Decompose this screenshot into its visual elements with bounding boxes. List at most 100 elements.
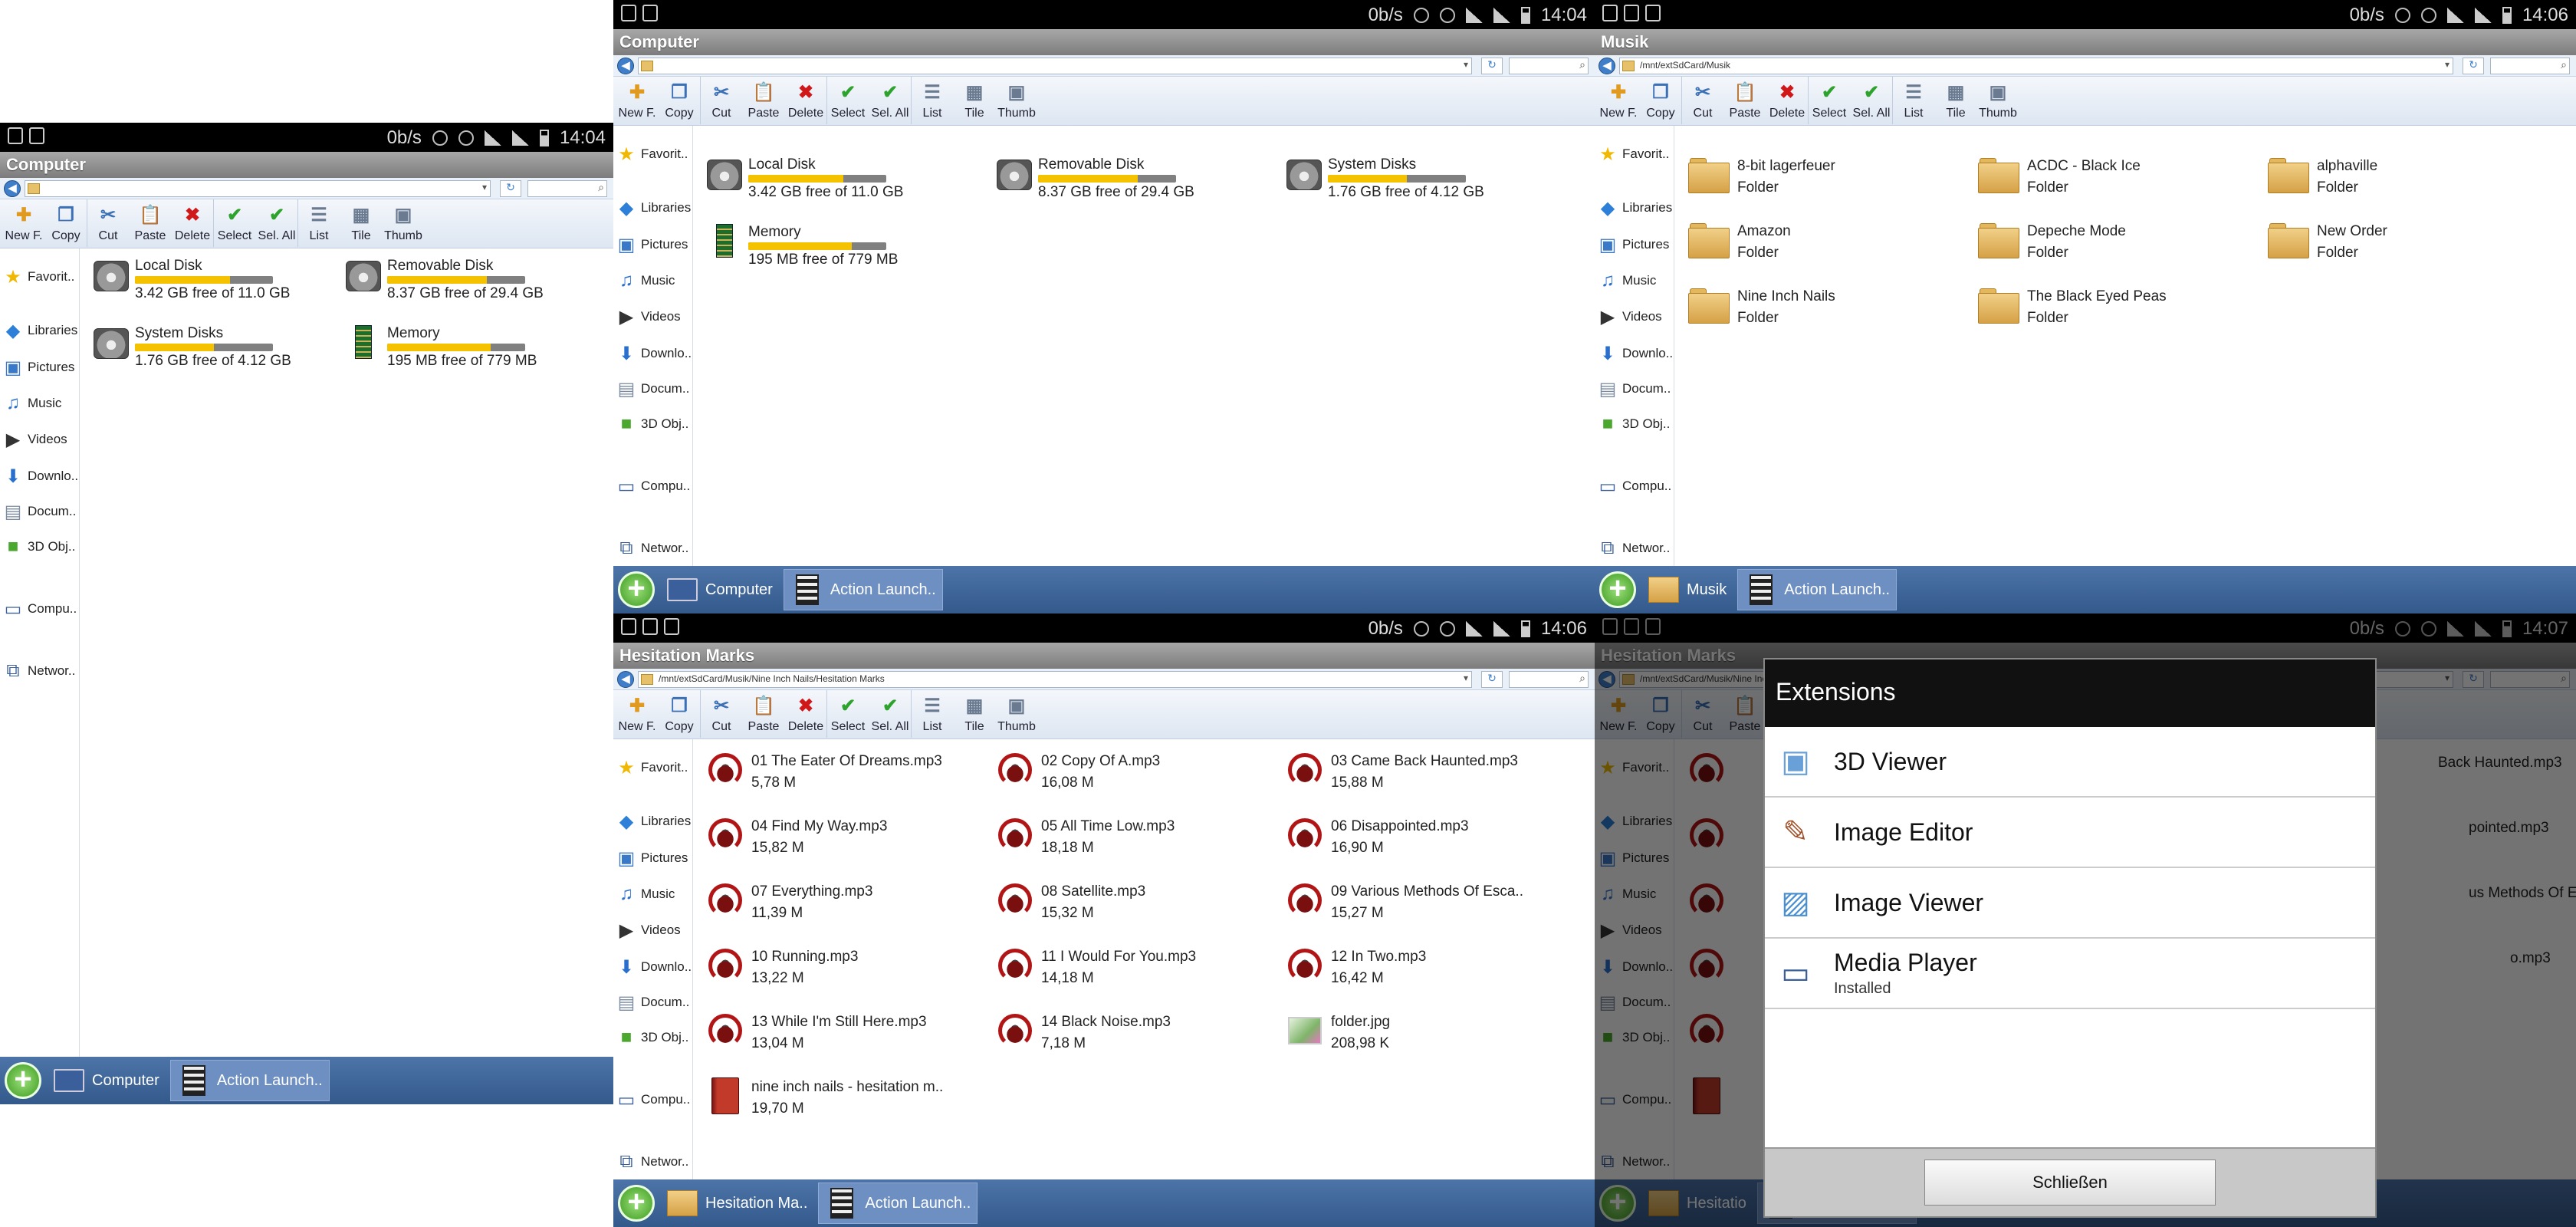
sidebar-item-favorites[interactable]: ★ Favorit.. (1596, 143, 1669, 166)
cut-button[interactable]: ✂ Cut (701, 690, 743, 738)
sidebar-item-documents[interactable]: ▤ Docum.. (615, 377, 690, 400)
search-icon[interactable]: ⌕ (598, 181, 604, 194)
folder-item[interactable]: New Order Folder (2268, 222, 2387, 262)
search-input[interactable]: ⌕ (2490, 58, 2570, 74)
drive-item[interactable]: Memory 195 MB free of 779 MB (707, 224, 898, 268)
sidebar-item-network[interactable]: ⧉ Networ.. (615, 1150, 688, 1173)
back-arrow-icon[interactable]: ◀ (617, 671, 634, 688)
chevron-down-icon[interactable]: ▾ (482, 182, 487, 192)
tile-view-button[interactable]: ▦ Tile (340, 199, 383, 247)
file-item[interactable]: 14 Black Noise.mp3 7,18 M (997, 1012, 1171, 1052)
folder-item[interactable]: Nine Inch Nails Folder (1688, 287, 1835, 327)
file-item[interactable]: 06 Disappointed.mp3 16,90 M (1286, 817, 1469, 857)
select-button[interactable]: ✔ Select (827, 77, 869, 124)
file-item[interactable]: 04 Find My Way.mp3 15,82 M (707, 817, 887, 857)
file-item[interactable]: 05 All Time Low.mp3 18,18 M (997, 817, 1175, 857)
add-window-button[interactable]: + (618, 1185, 655, 1222)
sidebar-item-favorites[interactable]: ★ Favorit.. (615, 143, 688, 166)
file-item[interactable]: 09 Various Methods Of Esca.. 15,27 M (1286, 882, 1523, 922)
file-item[interactable]: 12 In Two.mp3 16,42 M (1286, 947, 1426, 987)
sidebar-item-downloads[interactable]: ⬇ Downlo.. (1596, 342, 1673, 365)
refresh-icon[interactable]: ↻ (1481, 58, 1503, 74)
copy-button[interactable]: ❐ Copy (659, 690, 701, 738)
folder-item[interactable]: Amazon Folder (1688, 222, 1791, 262)
task-current-window[interactable]: Musik (1641, 569, 1733, 610)
thumb-view-button[interactable]: ▣ Thumb (1977, 77, 2019, 124)
new-folder-button[interactable]: ✚ New F. (616, 77, 659, 124)
tile-view-button[interactable]: ▦ Tile (954, 77, 996, 124)
new-folder-button[interactable]: ✚ New F. (3, 199, 45, 247)
extension-item[interactable]: ▨ Image Viewer (1765, 868, 2375, 939)
add-window-button[interactable]: + (5, 1062, 41, 1099)
select-all-button[interactable]: ✔ Sel. All (1851, 77, 1893, 124)
task-current-window[interactable]: Hesitation Ma.. (659, 1183, 813, 1224)
tile-view-button[interactable]: ▦ Tile (954, 690, 996, 738)
search-icon[interactable]: ⌕ (1579, 58, 1585, 71)
sidebar-item-downloads[interactable]: ⬇ Downlo.. (2, 465, 78, 488)
file-item[interactable]: 10 Running.mp3 13,22 M (707, 947, 858, 987)
sidebar-item-videos[interactable]: ▶ Videos (1596, 305, 1662, 328)
paste-button[interactable]: 📋 Paste (1724, 77, 1766, 124)
drive-item[interactable]: System Disks 1.76 GB free of 4.12 GB (94, 325, 291, 370)
thumb-view-button[interactable]: ▣ Thumb (383, 199, 425, 247)
sidebar-item-videos[interactable]: ▶ Videos (615, 305, 681, 328)
file-item[interactable]: 01 The Eater Of Dreams.mp3 5,78 M (707, 752, 942, 791)
folder-item[interactable]: The Black Eyed Peas Folder (1978, 287, 2167, 327)
file-item[interactable]: 11 I Would For You.mp3 14,18 M (997, 947, 1196, 987)
sidebar-item-downloads[interactable]: ⬇ Downlo.. (615, 956, 692, 979)
task-action-launcher[interactable]: Action Launch.. (169, 1060, 330, 1101)
copy-button[interactable]: ❐ Copy (659, 77, 701, 124)
copy-button[interactable]: ❐ Copy (45, 199, 87, 247)
sidebar-item-downloads[interactable]: ⬇ Downlo.. (615, 342, 692, 365)
task-current-window[interactable]: Computer (659, 569, 779, 610)
list-view-button[interactable]: ☰ List (912, 690, 954, 738)
sidebar-item-pictures[interactable]: ▣ Pictures (615, 847, 688, 870)
task-action-launcher[interactable]: Action Launch.. (783, 569, 943, 610)
back-arrow-icon[interactable]: ◀ (1598, 58, 1615, 74)
sidebar-item-libraries[interactable]: ◆ Libraries (615, 810, 691, 833)
drive-item[interactable]: Local Disk 3.42 GB free of 11.0 GB (94, 258, 290, 302)
sidebar-item-libraries[interactable]: ◆ Libraries (2, 319, 77, 342)
thumb-view-button[interactable]: ▣ Thumb (996, 690, 1038, 738)
new-folder-button[interactable]: ✚ New F. (616, 690, 659, 738)
sidebar-item-3d-objects[interactable]: ■ 3D Obj.. (2, 535, 76, 558)
sidebar-item-music[interactable]: ♫ Music (1596, 269, 1656, 292)
sidebar-item-music[interactable]: ♫ Music (2, 392, 61, 415)
extension-item[interactable]: ▣ 3D Viewer (1765, 727, 2375, 798)
add-window-button[interactable]: + (1599, 571, 1636, 608)
file-item[interactable]: 07 Everything.mp3 11,39 M (707, 882, 872, 922)
drive-item[interactable]: Memory 195 MB free of 779 MB (346, 325, 537, 370)
back-arrow-icon[interactable]: ◀ (4, 180, 21, 197)
drive-item[interactable]: System Disks 1.76 GB free of 4.12 GB (1286, 156, 1484, 201)
sidebar-item-music[interactable]: ♫ Music (615, 269, 675, 292)
file-item[interactable]: folder.jpg 208,98 K (1286, 1012, 1390, 1052)
path-field[interactable]: /mnt/extSdCard/Musik/Nine Inch Nails/Hes… (638, 671, 1472, 688)
refresh-icon[interactable]: ↻ (500, 180, 521, 197)
add-window-button[interactable]: + (618, 571, 655, 608)
sidebar-item-3d-objects[interactable]: ■ 3D Obj.. (615, 1026, 689, 1049)
task-action-launcher[interactable]: Action Launch.. (818, 1183, 978, 1224)
delete-button[interactable]: ✖ Delete (785, 77, 827, 124)
delete-button[interactable]: ✖ Delete (785, 690, 827, 738)
list-view-button[interactable]: ☰ List (912, 77, 954, 124)
select-all-button[interactable]: ✔ Sel. All (256, 199, 298, 247)
folder-item[interactable]: ACDC - Black Ice Folder (1978, 156, 2141, 196)
sidebar-item-computer[interactable]: ▭ Compu.. (2, 597, 77, 620)
search-icon[interactable]: ⌕ (2561, 58, 2567, 71)
sidebar-item-3d-objects[interactable]: ■ 3D Obj.. (1596, 413, 1671, 436)
sidebar-item-libraries[interactable]: ◆ Libraries (1596, 196, 1672, 219)
path-field[interactable]: ▾ (638, 58, 1472, 74)
list-view-button[interactable]: ☰ List (1893, 77, 1935, 124)
sidebar-item-videos[interactable]: ▶ Videos (2, 428, 67, 451)
sidebar-item-3d-objects[interactable]: ■ 3D Obj.. (615, 413, 689, 436)
sidebar-item-videos[interactable]: ▶ Videos (615, 919, 681, 942)
paste-button[interactable]: 📋 Paste (743, 690, 785, 738)
sidebar-item-network[interactable]: ⧉ Networ.. (615, 537, 688, 560)
select-button[interactable]: ✔ Select (1809, 77, 1851, 124)
search-input[interactable]: ⌕ (1509, 58, 1589, 74)
sidebar-item-computer[interactable]: ▭ Compu.. (615, 1088, 691, 1111)
file-item[interactable]: 03 Came Back Haunted.mp3 15,88 M (1286, 752, 1518, 791)
refresh-icon[interactable]: ↻ (1481, 671, 1503, 688)
extension-item[interactable]: ▭ Media Player Installed (1765, 939, 2375, 1009)
cut-button[interactable]: ✂ Cut (1682, 77, 1724, 124)
